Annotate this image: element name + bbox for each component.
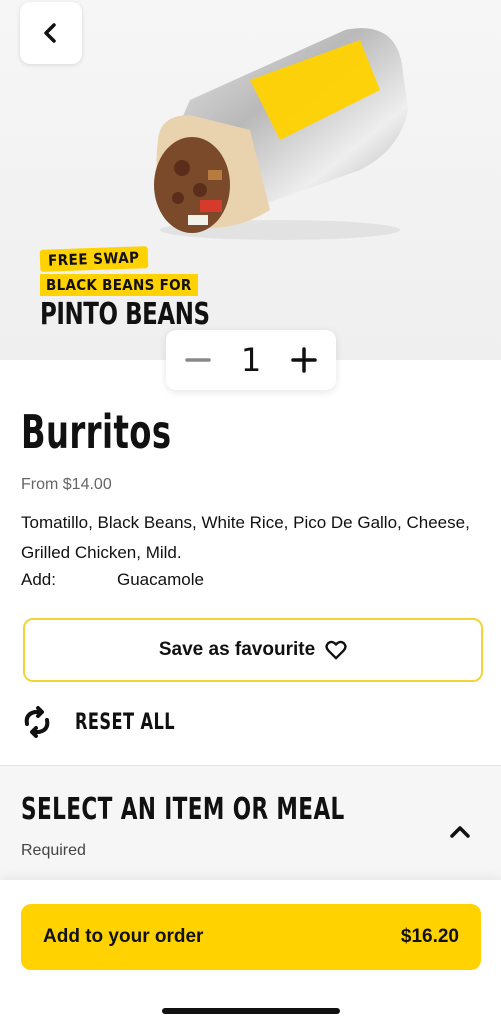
save-favourite-button[interactable]: Save as favourite [23, 618, 483, 682]
promo-badge: FREE SWAP BLACK BEANS FOR PINTO BEANS [39, 246, 240, 332]
promo-free-swap: FREE SWAP [39, 246, 148, 272]
add-value: Guacamole [117, 570, 204, 589]
promo-line-3: PINTO BEANS [40, 297, 210, 332]
quantity-stepper[interactable]: 1 [166, 330, 336, 390]
reset-all-label: RESET ALL [75, 709, 176, 735]
add-row: Add: Guacamole [21, 570, 204, 590]
chevron-up-icon[interactable] [448, 820, 472, 844]
quantity-value: 1 [240, 341, 262, 379]
back-chevron-icon [44, 23, 56, 43]
section-title: SELECT AN ITEM OR MEAL [21, 792, 345, 827]
save-favourite-label: Save as favourite [158, 639, 316, 660]
home-indicator[interactable] [162, 1008, 340, 1014]
minus-icon [185, 358, 211, 362]
price-from: From $14.00 [21, 476, 112, 493]
required-label: Required [21, 842, 86, 859]
increase-quantity-button[interactable] [284, 340, 324, 380]
reset-all-button[interactable]: RESET ALL [21, 706, 197, 738]
select-item-section[interactable]: SELECT AN ITEM OR MEAL Required [0, 766, 501, 886]
item-description: Tomatillo, Black Beans, White Rice, Pico… [21, 513, 470, 562]
add-to-order-label: Add to your order [43, 926, 204, 947]
order-price: $16.20 [400, 926, 459, 947]
hero-image: FREE SWAP BLACK BEANS FOR PINTO BEANS [0, 0, 501, 360]
footer: Add to your order $16.20 [0, 880, 501, 1024]
item-title: Burritos [21, 405, 172, 459]
heart-icon [325, 640, 347, 660]
add-to-order-button[interactable]: Add to your order $16.20 [21, 904, 481, 970]
add-label: Add: [21, 570, 56, 589]
burrito-image [154, 28, 408, 240]
reset-icon [24, 706, 50, 738]
decrease-quantity-button[interactable] [178, 340, 218, 380]
plus-icon [291, 347, 317, 373]
promo-line-2: BLACK BEANS FOR [40, 274, 198, 296]
back-button[interactable] [20, 2, 82, 64]
